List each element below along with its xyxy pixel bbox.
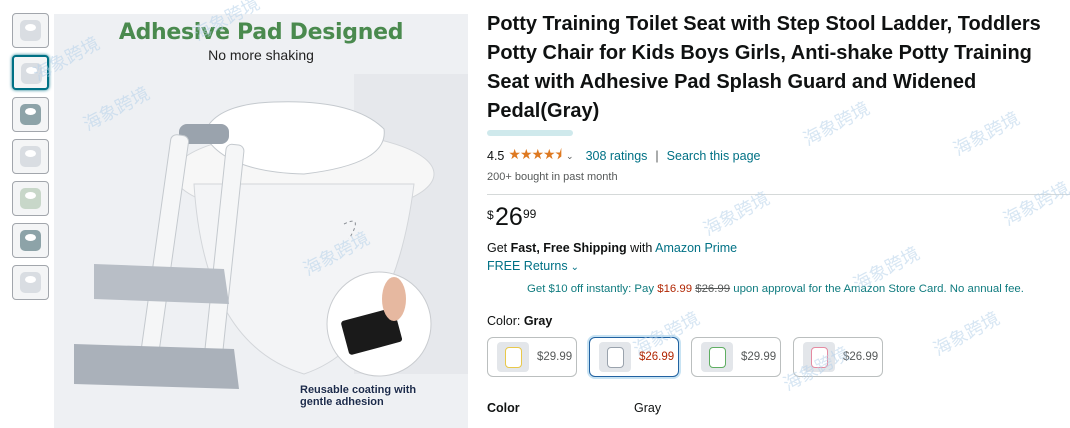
rating-row: 4.5 ★★★★⯨ ⌄ 308 ratings | Search this pa…	[487, 144, 1067, 168]
offer-prefix: Get $10 off instantly: Pay	[527, 283, 658, 295]
divider	[487, 194, 1070, 195]
swatch-price: $26.99	[639, 351, 675, 363]
offer-suffix: upon approval for the Amazon Store Card.…	[730, 283, 1024, 295]
price-symbol: $	[487, 208, 494, 222]
chevron-down-icon[interactable]: ⌄	[566, 151, 574, 162]
star-rating-icon[interactable]: ★★★★⯨	[508, 144, 562, 168]
offer-old-price: $26.99	[695, 283, 731, 295]
product-title: Potty Training Toilet Seat with Step Sto…	[487, 13, 1041, 122]
thumbnail-7[interactable]	[12, 265, 49, 300]
shipping-with: with	[626, 241, 656, 255]
swatch-pink[interactable]: $26.99	[793, 337, 883, 377]
bought-past-month: 200+ bought in past month	[487, 171, 618, 183]
thumbnail-6[interactable]	[12, 223, 49, 258]
color-swatches: $29.99 $26.99 $29.99 $26.99	[487, 337, 1067, 377]
rating-value: 4.5	[487, 149, 505, 163]
spec-value: Gray	[634, 401, 662, 415]
image-caption: Reusable coating with gentle adhesion	[300, 384, 416, 408]
image-headline: Adhesive Pad Designed	[118, 20, 404, 45]
color-value: Gray	[523, 314, 553, 328]
price-fraction: 99	[523, 207, 537, 221]
thumbnail-5[interactable]	[12, 181, 49, 216]
swatch-image	[497, 342, 529, 372]
offer-new-price: $16.99	[657, 283, 693, 295]
title-highlight	[487, 130, 573, 136]
price-whole: 26	[495, 203, 523, 231]
main-product-image[interactable]: Adhesive Pad Designed No more shaking Re…	[54, 14, 468, 428]
swatch-price: $26.99	[843, 351, 879, 363]
swatch-image	[599, 342, 631, 372]
chevron-down-icon: ⌄	[570, 262, 579, 273]
product-illustration	[54, 14, 468, 428]
swatch-green[interactable]: $29.99	[691, 337, 781, 377]
price: $ 26 99	[487, 203, 1067, 235]
thumbnail-strip	[12, 13, 52, 307]
swatch-image	[701, 342, 733, 372]
image-caption-line-2: gentle adhesion	[300, 396, 384, 408]
swatch-price: $29.99	[741, 351, 777, 363]
thumbnail-4[interactable]	[12, 139, 49, 174]
amazon-prime-link[interactable]: Amazon Prime	[655, 241, 737, 255]
swatch-yellow[interactable]: $29.99	[487, 337, 577, 377]
color-selector-label: Color: Gray	[487, 314, 1067, 328]
shipping-info: Get Fast, Free Shipping with Amazon Prim…	[487, 241, 1067, 255]
image-subheadline: No more shaking	[208, 47, 314, 63]
store-card-offer[interactable]: Get $10 off instantly: Pay $16.99 $26.99…	[527, 283, 1067, 295]
product-info: Potty Training Toilet Seat with Step Sto…	[487, 10, 1070, 415]
free-returns-link[interactable]: FREE Returns ⌄	[487, 259, 1067, 273]
thumbnail-3[interactable]	[12, 97, 49, 132]
shipping-bold: Fast, Free Shipping	[510, 241, 627, 255]
image-caption-line-1: Reusable coating with	[300, 384, 417, 396]
search-page-link[interactable]: Search this page	[667, 149, 761, 163]
swatch-price: $29.99	[537, 351, 573, 363]
ratings-count-link[interactable]: 308 ratings	[586, 149, 648, 163]
thumbnail-1[interactable]	[12, 13, 49, 48]
separator: |	[655, 149, 659, 163]
spec-key: Color	[487, 401, 520, 415]
free-returns-label: FREE Returns	[487, 259, 568, 273]
spec-row-color: Color Gray	[487, 401, 1067, 415]
color-label: Color:	[487, 314, 524, 328]
thumbnail-2[interactable]	[12, 55, 49, 90]
swatch-gray[interactable]: $26.99	[589, 337, 679, 377]
shipping-prefix: Get	[487, 241, 511, 255]
swatch-image	[803, 342, 835, 372]
